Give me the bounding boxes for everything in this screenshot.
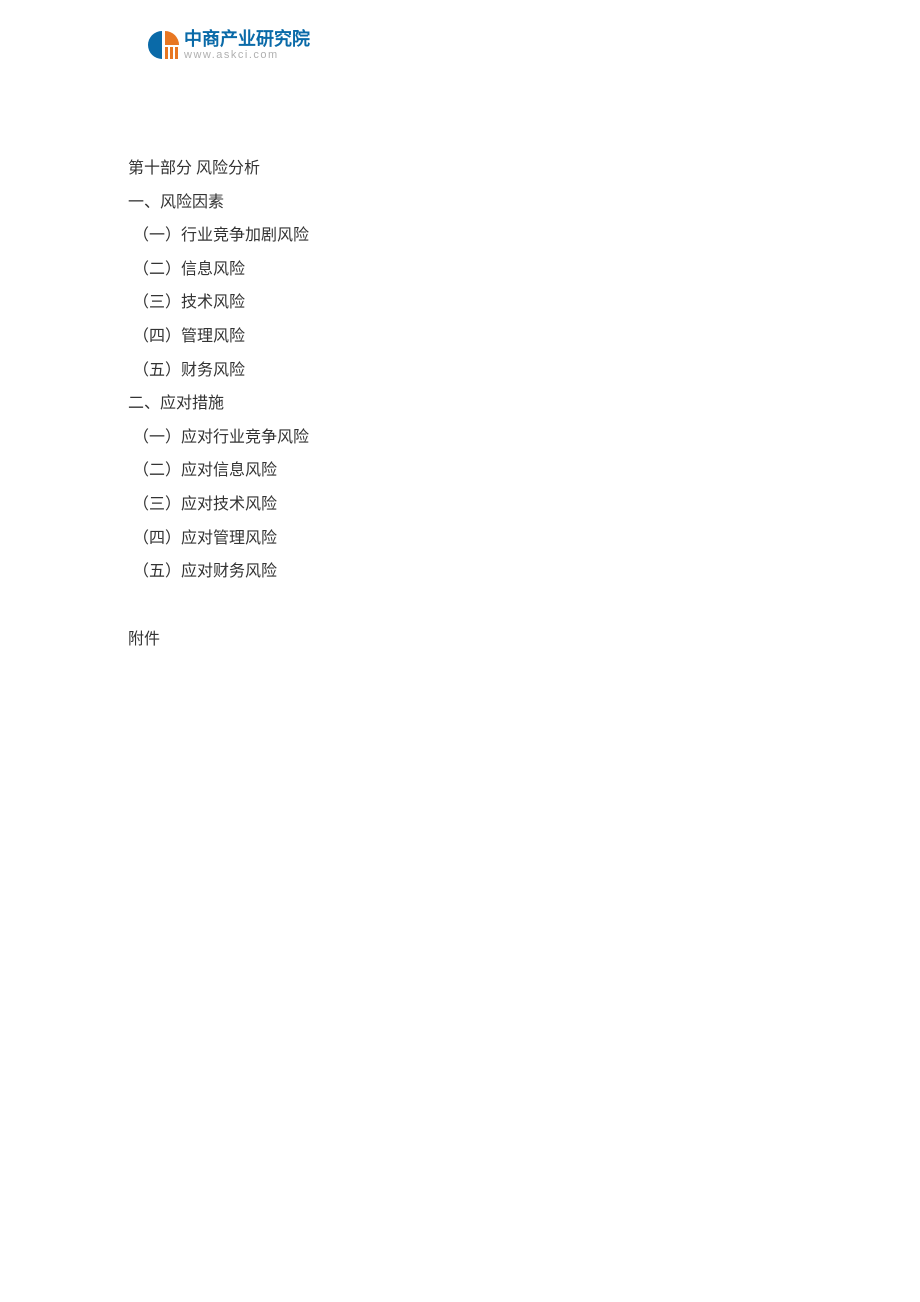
group2-item: （四）应对管理风险: [128, 522, 792, 556]
group2-item: （二）应对信息风险: [128, 454, 792, 488]
document-content: 第十部分 风险分析 一、风险因素 （一）行业竞争加剧风险 （二）信息风险 （三）…: [128, 152, 792, 656]
appendix-label: 附件: [128, 623, 792, 657]
group2-heading: 二、应对措施: [128, 387, 792, 421]
logo-icon: [146, 28, 180, 62]
section-title: 第十部分 风险分析: [128, 152, 792, 186]
group1-heading: 一、风险因素: [128, 186, 792, 220]
logo-area: 中商产业研究院 www.askci.com: [146, 28, 792, 62]
group1-item: （四）管理风险: [128, 320, 792, 354]
logo-en-text: www.askci.com: [184, 50, 310, 61]
logo-text-block: 中商产业研究院 www.askci.com: [184, 30, 310, 61]
group2-item: （三）应对技术风险: [128, 488, 792, 522]
group2-item: （五）应对财务风险: [128, 555, 792, 589]
logo-cn-text: 中商产业研究院: [184, 30, 310, 48]
group1-item: （三）技术风险: [128, 286, 792, 320]
group1-item: （一）行业竞争加剧风险: [128, 219, 792, 253]
group2-item: （一）应对行业竞争风险: [128, 421, 792, 455]
document-page: 中商产业研究院 www.askci.com 第十部分 风险分析 一、风险因素 （…: [0, 0, 920, 656]
group1-item: （二）信息风险: [128, 253, 792, 287]
group1-item: （五）财务风险: [128, 354, 792, 388]
